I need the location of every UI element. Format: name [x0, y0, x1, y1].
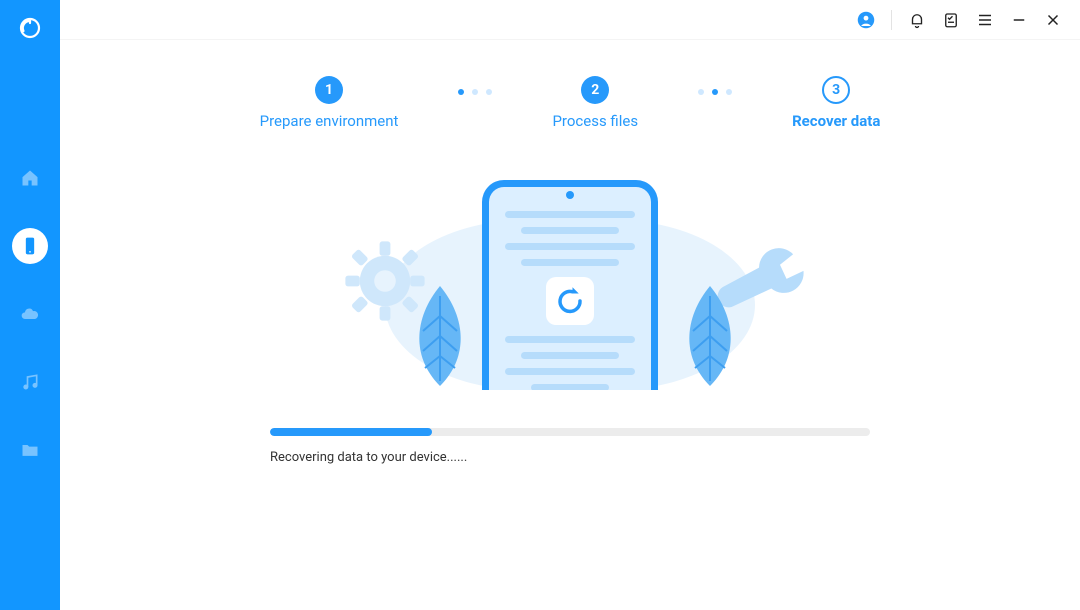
step-number: 1 — [315, 76, 343, 104]
progress-fill — [270, 428, 432, 436]
step-number: 2 — [581, 76, 609, 104]
menu-icon[interactable] — [976, 11, 994, 29]
notifications-icon[interactable] — [908, 11, 926, 29]
step-label: Prepare environment — [260, 112, 399, 130]
divider — [891, 10, 892, 30]
sidebar-item-music[interactable] — [12, 364, 48, 400]
step-1: 1 Prepare environment — [260, 76, 399, 130]
account-icon[interactable] — [857, 11, 875, 29]
close-button[interactable] — [1044, 11, 1062, 29]
sidebar-item-folder[interactable] — [12, 432, 48, 468]
phone-notch — [566, 191, 574, 199]
content-area: 1 Prepare environment 2 Process files 3 … — [60, 40, 1080, 610]
step-indicator: 1 Prepare environment 2 Process files 3 … — [260, 76, 881, 130]
main-panel: 1 Prepare environment 2 Process files 3 … — [60, 0, 1080, 610]
app-logo-icon — [18, 16, 42, 40]
progress-section: Recovering data to your device...... — [270, 428, 870, 465]
minimize-button[interactable] — [1010, 11, 1028, 29]
step-dots — [698, 89, 732, 95]
sidebar — [0, 0, 60, 610]
step-label: Process files — [552, 112, 638, 130]
phone-content — [505, 207, 635, 390]
step-2: 2 Process files — [552, 76, 638, 130]
reload-icon — [546, 277, 594, 325]
step-dots — [458, 89, 492, 95]
sidebar-item-cloud[interactable] — [12, 296, 48, 332]
phone-side-button — [654, 249, 658, 271]
leaf-icon — [675, 286, 745, 390]
phone-illustration — [482, 180, 658, 390]
step-label: Recover data — [792, 112, 880, 130]
leaf-icon — [405, 286, 475, 390]
sidebar-item-home[interactable] — [12, 160, 48, 196]
progress-label: Recovering data to your device...... — [270, 450, 870, 465]
illustration — [260, 180, 880, 390]
step-3: 3 Recover data — [792, 76, 880, 130]
titlebar — [60, 0, 1080, 40]
tasks-icon[interactable] — [942, 11, 960, 29]
step-number: 3 — [822, 76, 850, 104]
phone-side-button — [654, 287, 658, 309]
sidebar-item-device[interactable] — [12, 228, 48, 264]
phone-side-button — [654, 325, 658, 341]
progress-bar — [270, 428, 870, 436]
